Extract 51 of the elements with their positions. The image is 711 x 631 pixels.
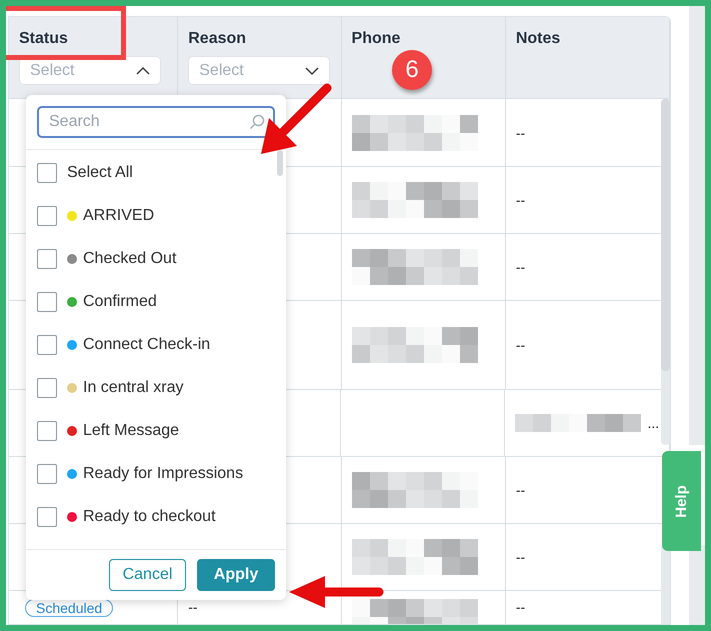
table-cell: -- bbox=[516, 124, 526, 140]
checkbox[interactable] bbox=[37, 206, 57, 226]
option-label: ARRIVED bbox=[83, 206, 154, 224]
table-cell: -- bbox=[516, 599, 526, 615]
status-option[interactable]: Ready for Impressions bbox=[26, 452, 286, 495]
option-label: Confirmed bbox=[83, 292, 157, 310]
option-label: Left Message bbox=[83, 422, 180, 440]
scrollbar-track[interactable] bbox=[661, 546, 670, 624]
option-label: Checked Out bbox=[83, 250, 176, 268]
status-option[interactable]: Connect Check-in bbox=[26, 323, 286, 366]
scrollbar-thumb[interactable] bbox=[661, 99, 670, 371]
status-option[interactable]: ARRIVED bbox=[26, 194, 286, 237]
option-label: In central xray bbox=[83, 378, 184, 396]
column-title: Reason bbox=[188, 30, 248, 48]
page-scrollbar[interactable] bbox=[689, 545, 705, 625]
status-option[interactable]: Checked Out bbox=[26, 237, 286, 280]
column-title: Phone bbox=[352, 30, 402, 48]
table-cell: -- bbox=[516, 337, 526, 353]
status-option[interactable]: Ready to checkout bbox=[26, 495, 286, 538]
option-label: Ready to checkout bbox=[83, 508, 216, 526]
scrollbar-thumb[interactable] bbox=[277, 150, 283, 176]
status-option[interactable]: Confirmed bbox=[26, 280, 286, 323]
checkbox[interactable] bbox=[37, 248, 57, 268]
page-scrollbar[interactable] bbox=[689, 6, 705, 445]
checkbox[interactable] bbox=[37, 464, 57, 484]
search-icon bbox=[249, 114, 265, 130]
table-cell: -- bbox=[516, 192, 526, 208]
column-title: Notes bbox=[516, 30, 562, 48]
option-label: Connect Check-in bbox=[83, 336, 210, 354]
table-cell: -- bbox=[516, 549, 526, 565]
arrow-annotation bbox=[261, 84, 332, 154]
option-label: Ready for Impressions bbox=[83, 464, 244, 482]
table-cell: -- bbox=[516, 259, 526, 275]
option-label: Select All bbox=[67, 164, 133, 182]
chevron-down-icon bbox=[305, 66, 320, 76]
table-cell: -- bbox=[516, 482, 526, 498]
checkbox[interactable] bbox=[37, 334, 57, 354]
checkbox[interactable] bbox=[37, 162, 57, 182]
checkbox[interactable] bbox=[37, 506, 57, 526]
checkbox[interactable] bbox=[37, 292, 57, 312]
status-option[interactable]: Left Message bbox=[26, 409, 286, 452]
status-option[interactable]: Select All bbox=[26, 151, 286, 194]
column-title: Status bbox=[19, 30, 69, 48]
checkbox[interactable] bbox=[37, 378, 57, 398]
apply-button[interactable]: Apply bbox=[197, 559, 275, 591]
status-option[interactable]: In central xray bbox=[26, 366, 286, 409]
checkbox[interactable] bbox=[37, 420, 57, 440]
chevron-up-icon bbox=[136, 66, 150, 76]
scrollbar-track[interactable] bbox=[661, 99, 670, 445]
cancel-button[interactable]: Cancel bbox=[109, 559, 186, 591]
table-cell: ... bbox=[647, 415, 660, 431]
